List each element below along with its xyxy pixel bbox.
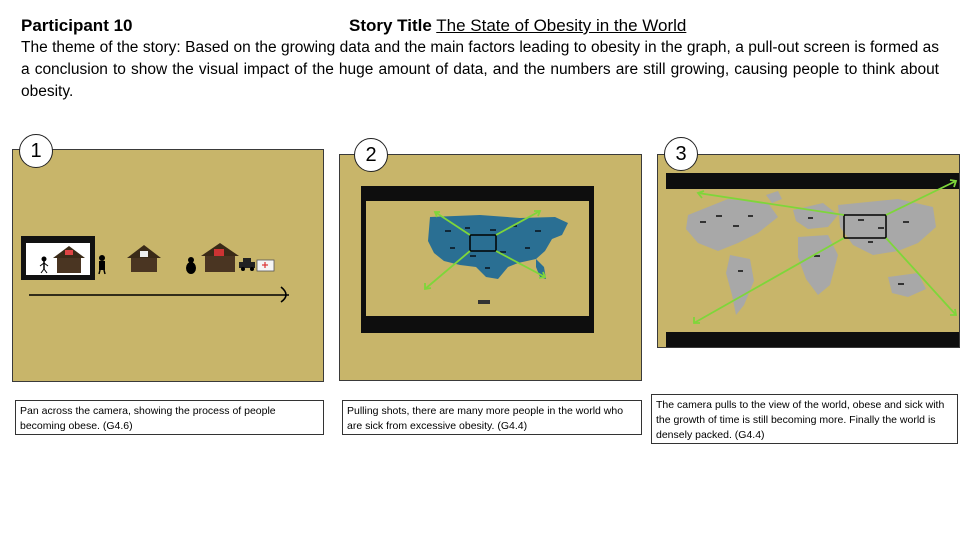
- panel-number-2: 2: [354, 138, 388, 172]
- panel-3-illustration: [666, 173, 959, 347]
- panel-1-illustration: [21, 236, 289, 303]
- storyboard-panel-3: [657, 154, 960, 348]
- panel-caption-3: The camera pulls to the view of the worl…: [651, 394, 958, 444]
- participant-label: Participant 10: [21, 16, 133, 35]
- story-title-label: Story Title: [349, 16, 432, 35]
- story-title: The State of Obesity in the World: [436, 16, 687, 35]
- panel-2-illustration: [361, 186, 594, 333]
- story-title-line: Story Title The State of Obesity in the …: [349, 16, 686, 36]
- panel-number-1: 1: [19, 134, 53, 168]
- panel-caption-1: Pan across the camera, showing the proce…: [15, 400, 324, 435]
- story-theme: The theme of the story: Based on the gro…: [21, 39, 939, 100]
- panel-caption-2: Pulling shots, there are many more peopl…: [342, 400, 642, 435]
- panel-number-3: 3: [664, 137, 698, 171]
- storyboard-panel-1: [12, 149, 324, 382]
- storyboard-panel-2: [339, 154, 642, 381]
